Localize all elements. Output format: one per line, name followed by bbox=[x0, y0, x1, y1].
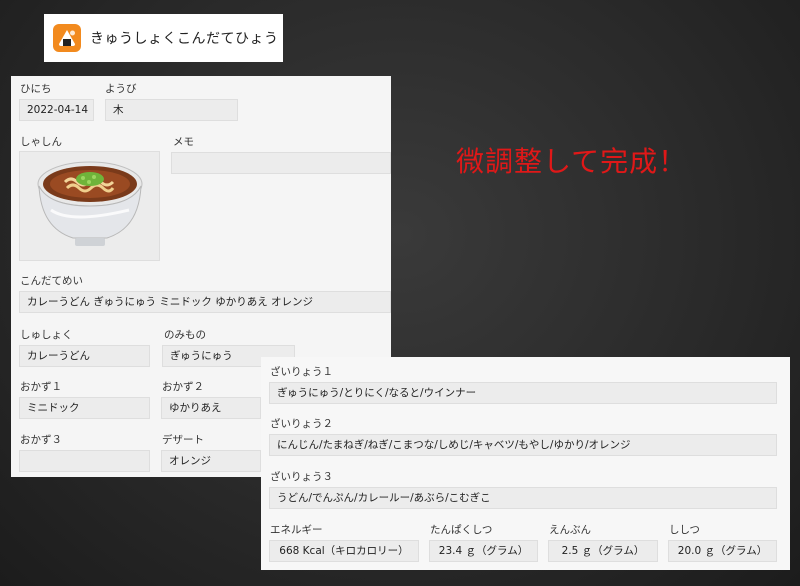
energy-field[interactable]: 668 Kcal（キロカロリー） bbox=[269, 540, 419, 562]
ingredients-group2-label: ざいりょう２ bbox=[270, 418, 333, 430]
photo-label: しゃしん bbox=[20, 136, 62, 148]
salt-label: えんぶん bbox=[549, 524, 591, 536]
memo-field[interactable] bbox=[171, 152, 391, 174]
weekday-field[interactable]: 木 bbox=[105, 99, 238, 121]
ingredients-panel: ざいりょう１ ぎゅうにゅう/とりにく/なると/ウインナー ざいりょう２ にんじん… bbox=[261, 357, 790, 570]
side2-label: おかず２ bbox=[162, 381, 204, 393]
side3-label: おかず３ bbox=[20, 434, 62, 446]
salt-field[interactable]: 2.5 ｇ（グラム） bbox=[548, 540, 658, 562]
ingredients-group2-field[interactable]: にんじん/たまねぎ/ねぎ/こまつな/しめじ/キャベツ/もやし/ゆかり/オレンジ bbox=[269, 434, 777, 456]
staple-label: しゅしょく bbox=[20, 329, 73, 341]
app-title: きゅうしょくこんだてひょう bbox=[90, 31, 279, 47]
dessert-label: デザート bbox=[162, 434, 204, 446]
curry-udon-bowl-icon bbox=[37, 161, 142, 246]
dessert-field[interactable]: オレンジ bbox=[161, 450, 261, 472]
fat-label: ししつ bbox=[669, 524, 700, 536]
date-label: ひにち bbox=[20, 83, 52, 95]
side1-label: おかず１ bbox=[20, 381, 62, 393]
weekday-label: ようび bbox=[105, 83, 137, 95]
onigiri-icon bbox=[53, 24, 81, 52]
menu-name-label: こんだてめい bbox=[20, 275, 83, 287]
protein-label: たんぱくしつ bbox=[430, 524, 493, 536]
memo-label: メモ bbox=[173, 136, 194, 148]
headline-text: 微調整して完成！ bbox=[456, 145, 688, 178]
menu-name-field[interactable]: カレーうどん ぎゅうにゅう ミニドック ゆかりあえ オレンジ bbox=[19, 291, 391, 313]
side1-field[interactable]: ミニドック bbox=[19, 397, 150, 419]
fat-field[interactable]: 20.0 ｇ（グラム） bbox=[668, 540, 777, 562]
ingredients-group1-label: ざいりょう１ bbox=[270, 366, 333, 378]
drink-label: のみもの bbox=[164, 329, 206, 341]
photo-field[interactable] bbox=[19, 151, 160, 261]
ingredients-group3-label: ざいりょう３ bbox=[270, 471, 333, 483]
protein-field[interactable]: 23.4 ｇ（グラム） bbox=[429, 540, 538, 562]
app-title-bar: きゅうしょくこんだてひょう bbox=[44, 14, 283, 62]
ingredients-group3-field[interactable]: うどん/でんぷん/カレールー/あぶら/こむぎこ bbox=[269, 487, 777, 509]
staple-field[interactable]: カレーうどん bbox=[19, 345, 150, 367]
ingredients-group1-field[interactable]: ぎゅうにゅう/とりにく/なると/ウインナー bbox=[269, 382, 777, 404]
side2-field[interactable]: ゆかりあえ bbox=[161, 397, 261, 419]
date-field[interactable]: 2022-04-14 bbox=[19, 99, 94, 121]
energy-label: エネルギー bbox=[270, 524, 323, 536]
side3-field[interactable] bbox=[19, 450, 150, 472]
